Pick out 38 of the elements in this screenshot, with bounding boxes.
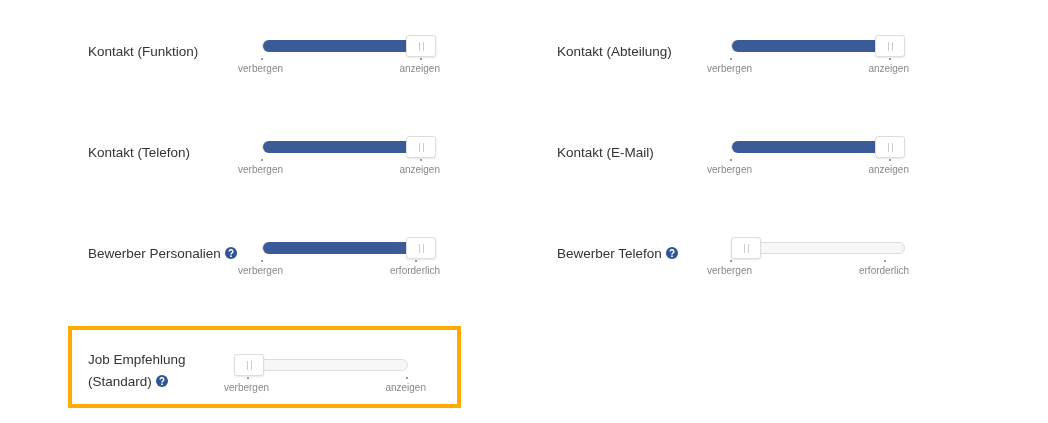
min-label: verbergen [707, 60, 753, 74]
help-icon[interactable] [224, 247, 237, 259]
slider-handle[interactable] [406, 136, 436, 158]
help-icon[interactable] [665, 247, 678, 259]
slider-handle[interactable] [234, 354, 264, 376]
max-label: erforderlich [858, 262, 909, 276]
min-label: verbergen [238, 161, 284, 175]
slider-handle[interactable] [875, 35, 905, 57]
help-icon[interactable] [155, 375, 168, 387]
slider[interactable] [731, 237, 905, 259]
max-label: anzeigen [399, 161, 440, 175]
slider[interactable] [234, 354, 408, 376]
min-label: verbergen [224, 379, 270, 393]
min-label: verbergen [707, 161, 753, 175]
max-label: anzeigen [868, 161, 909, 175]
slider-handle[interactable] [406, 35, 436, 57]
min-label: verbergen [238, 262, 284, 276]
max-label: anzeigen [399, 60, 440, 74]
slider[interactable] [262, 237, 436, 259]
setting-label: Kontakt (Funktion) [88, 43, 200, 61]
slider[interactable] [731, 35, 905, 57]
min-label: verbergen [707, 262, 753, 276]
min-label: verbergen [238, 60, 284, 74]
slider-handle[interactable] [406, 237, 436, 259]
slider[interactable] [262, 35, 436, 57]
slider[interactable] [262, 136, 436, 158]
setting-label: Job Empfehlung (Standard) [88, 351, 187, 391]
setting-label: Kontakt (Abteilung) [557, 43, 673, 61]
setting-label: Kontakt (E-Mail) [557, 144, 655, 162]
slider-handle[interactable] [875, 136, 905, 158]
setting-label: Kontakt (Telefon) [88, 144, 192, 162]
max-label: anzeigen [868, 60, 909, 74]
slider[interactable] [731, 136, 905, 158]
setting-label: Bewerber Telefon [557, 232, 707, 265]
max-label: erforderlich [389, 262, 440, 276]
max-label: anzeigen [385, 379, 426, 393]
setting-label: Bewerber Personalien [88, 232, 238, 265]
slider-handle[interactable] [731, 237, 761, 259]
